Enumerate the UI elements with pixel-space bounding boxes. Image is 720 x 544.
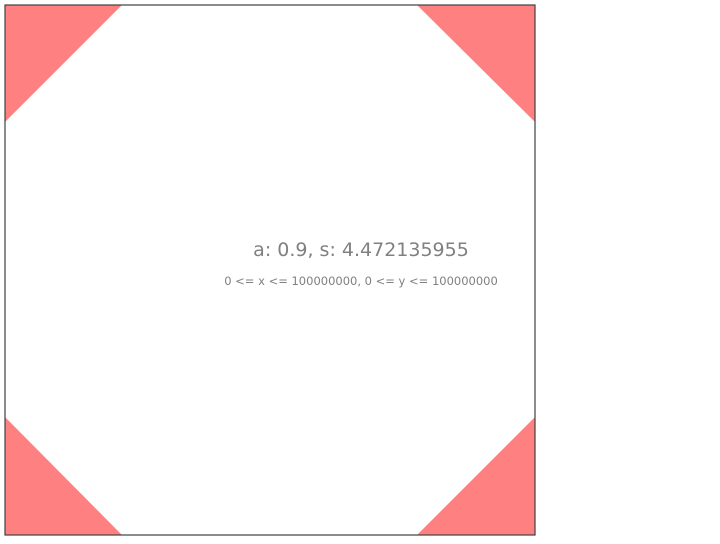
diagram-canvas: a: 0.9, s: 4.472135955 0 <= x <= 1000000… [0, 0, 720, 540]
plot-area [5, 5, 535, 535]
parameter-caption: a: 0.9, s: 4.472135955 [253, 239, 469, 261]
range-caption: 0 <= x <= 100000000, 0 <= y <= 100000000 [224, 274, 498, 288]
diagram-svg: a: 0.9, s: 4.472135955 0 <= x <= 1000000… [4, 4, 536, 536]
